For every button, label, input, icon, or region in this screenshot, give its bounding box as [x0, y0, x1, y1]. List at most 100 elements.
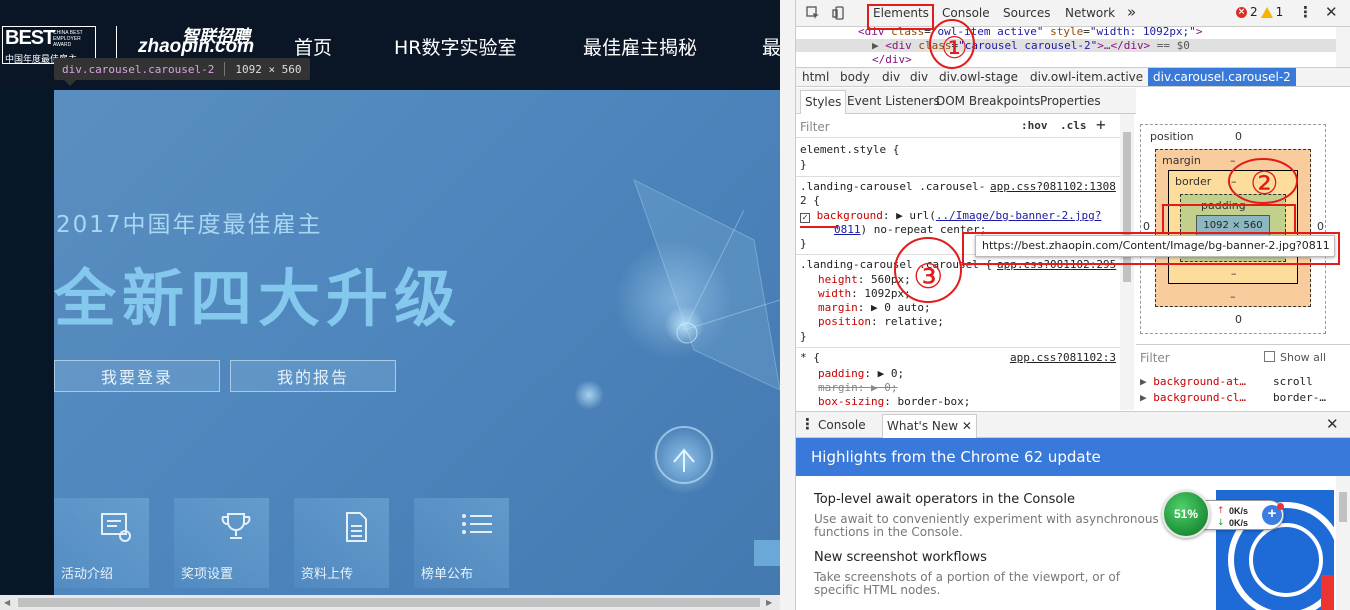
breadcrumb-div[interactable]: div — [882, 70, 900, 84]
tile-upload[interactable]: 资料上传 — [294, 498, 389, 588]
drawer-tab-whats-new[interactable]: What's New ✕ — [882, 414, 977, 438]
show-all-checkbox[interactable] — [1264, 351, 1275, 362]
carousel-side-tab[interactable] — [754, 540, 780, 566]
login-button[interactable]: 我要登录 — [54, 360, 220, 392]
certificate-icon — [101, 513, 131, 542]
css-prop-name: width — [818, 287, 852, 300]
css-decl[interactable]: height: 560px; — [818, 273, 911, 287]
trophy-icon — [221, 513, 251, 539]
computed-prop: background-cl… — [1153, 391, 1246, 404]
computed-filter-input[interactable]: Filter — [1140, 351, 1170, 365]
element-inspect-tooltip: div.carousel.carousel-2 1092 × 560 — [54, 58, 310, 86]
drawer-menu-icon[interactable]: ⋮ — [800, 415, 815, 433]
rule1-source-link[interactable]: app.css?081102:1308 — [990, 180, 1116, 193]
css-prop-name: margin — [818, 381, 858, 394]
drawer-tab-console[interactable]: Console — [818, 418, 866, 432]
background-url-link[interactable]: 0811 — [834, 223, 861, 236]
inspect-element-icon[interactable] — [806, 6, 820, 20]
whats-new-scrollbar[interactable] — [1336, 476, 1350, 610]
more-tabs-icon[interactable]: » — [1127, 3, 1136, 21]
box-border-top: – — [1231, 175, 1237, 188]
background-url-link[interactable]: ../Image/bg-banner-2.jpg? — [936, 209, 1102, 222]
property-checkbox[interactable]: ✓ — [800, 213, 810, 223]
tile-rankings[interactable]: 榜单公布 — [414, 498, 509, 588]
tile-label: 资料上传 — [301, 567, 354, 582]
nav-item-best-employer[interactable]: 最佳雇主揭秘 — [583, 33, 697, 60]
error-warning-counter[interactable]: × 2 1 — [1236, 5, 1283, 19]
my-report-button[interactable]: 我的报告 — [230, 360, 396, 392]
scrollbar-thumb[interactable] — [1339, 492, 1347, 522]
css-decl[interactable]: box-sizing: border-box; — [818, 395, 970, 409]
network-speed-widget[interactable]: ↑ 0K/s ↓ 0K/s 51% + — [1162, 490, 1292, 540]
styles-filter-input[interactable]: Filter — [800, 120, 830, 134]
css-decl[interactable]: padding: ▶ 0; — [818, 367, 904, 381]
tile-awards[interactable]: 奖项设置 — [174, 498, 269, 588]
new-rule-icon[interactable]: + — [1096, 115, 1106, 134]
rule3-source-link[interactable]: app.css?081102:3 — [1010, 351, 1116, 364]
scrollbar-thumb[interactable] — [18, 598, 760, 607]
breadcrumb-div[interactable]: div — [910, 70, 928, 84]
styles-subtabs: Styles Event Listeners DOM Breakpoints P… — [796, 88, 1136, 114]
computed-row[interactable]: ▶ background-at… scroll — [1140, 375, 1350, 388]
css-decl-overridden[interactable]: margin: ▶ 0; — [818, 381, 898, 395]
devtools-resize-edge[interactable] — [780, 0, 796, 610]
nav-item-more[interactable]: 最 — [762, 33, 780, 60]
tile-label: 活动介绍 — [61, 567, 114, 582]
css-decl[interactable]: position: relative; — [818, 315, 944, 329]
nav-item-hr-lab[interactable]: HR数字实验室 — [394, 33, 517, 60]
computed-value: border-… — [1273, 391, 1326, 404]
drawer-tab-whats-new-label: What's New — [887, 419, 959, 433]
tab-console[interactable]: Console — [942, 6, 990, 20]
breadcrumb-body[interactable]: body — [840, 70, 870, 84]
scroll-right-arrow-icon[interactable]: ▶ — [766, 598, 772, 607]
css-prop-value: : ▶ url( — [882, 209, 936, 222]
css-prop-name: height — [818, 273, 858, 286]
dom-node-carousel-selected[interactable]: ▶ <div class="carousel carousel-2">…</di… — [796, 39, 1336, 52]
page-horizontal-scrollbar[interactable]: ◀ ▶ — [0, 595, 780, 610]
nav-item-home[interactable]: 首页 — [294, 33, 332, 60]
whats-new-banner: Highlights from the Chrome 62 update — [796, 438, 1350, 476]
close-devtools-icon[interactable]: ✕ — [1325, 3, 1338, 21]
whats-new-item-title[interactable]: New screenshot workflows — [814, 550, 987, 565]
breadcrumb-carousel[interactable]: div.carousel.carousel-2 — [1148, 68, 1296, 86]
close-drawer-icon[interactable]: ✕ — [1326, 415, 1339, 433]
css-decl[interactable]: margin: ▶ 0 auto; — [818, 301, 931, 315]
tab-styles[interactable]: Styles — [800, 90, 847, 114]
cls-toggle[interactable]: .cls — [1060, 119, 1087, 132]
scroll-left-arrow-icon[interactable]: ◀ — [4, 598, 10, 607]
breadcrumb-owl-stage[interactable]: div.owl-stage — [939, 70, 1018, 84]
tab-sources[interactable]: Sources — [1003, 6, 1050, 20]
whats-new-item-title[interactable]: Top-level await operators in the Console — [814, 492, 1075, 507]
dom-console-ref: == $0 — [1150, 39, 1190, 52]
css-prop-value: : ▶ 0 auto; — [857, 301, 931, 314]
memory-percent-circle[interactable]: 51% — [1162, 490, 1210, 538]
rule-close: } — [800, 158, 807, 171]
url-tooltip: https://best.zhaopin.com/Content/Image/b… — [975, 235, 1335, 257]
computed-row[interactable]: ▶ background-cl… border-… — [1140, 391, 1350, 404]
kebab-menu-icon[interactable]: ⋮ — [1298, 3, 1313, 21]
download-speed: 0K/s — [1229, 518, 1249, 528]
css-prop-name: background — [816, 209, 883, 222]
tab-network[interactable]: Network — [1065, 6, 1115, 20]
element-style-selector: element.style { — [800, 143, 900, 156]
webpage-viewport: BEST CHINA BEST EMPLOYER AWARD 中国年度最佳雇主 … — [0, 0, 780, 610]
close-tab-icon[interactable]: ✕ — [962, 419, 972, 433]
tab-event-listeners[interactable]: Event Listeners — [847, 94, 940, 108]
tile-label: 奖项设置 — [181, 567, 234, 582]
error-icon: × — [1236, 6, 1247, 18]
css-decl[interactable]: width: 1092px; — [818, 287, 911, 301]
tooltip-separator — [224, 62, 226, 76]
breadcrumb-html[interactable]: html — [802, 70, 829, 84]
tab-properties[interactable]: Properties — [1040, 94, 1101, 108]
computed-prop: background-at… — [1153, 375, 1246, 388]
dom-scrollbar[interactable] — [1336, 27, 1350, 67]
dom-node-close[interactable]: </div> — [872, 53, 912, 66]
device-toolbar-icon[interactable] — [832, 6, 846, 20]
breadcrumb-owl-item[interactable]: div.owl-item.active — [1030, 70, 1143, 84]
expand-triangle-icon[interactable]: ▶ — [872, 39, 885, 52]
zhaopin-logo-en[interactable]: zhaopin.com — [138, 36, 254, 58]
tile-event-intro[interactable]: 活动介绍 — [54, 498, 149, 588]
css-prop-name: margin — [818, 301, 858, 314]
tab-dom-breakpoints[interactable]: DOM Breakpoints — [936, 94, 1040, 108]
hov-toggle[interactable]: :hov — [1021, 119, 1048, 132]
